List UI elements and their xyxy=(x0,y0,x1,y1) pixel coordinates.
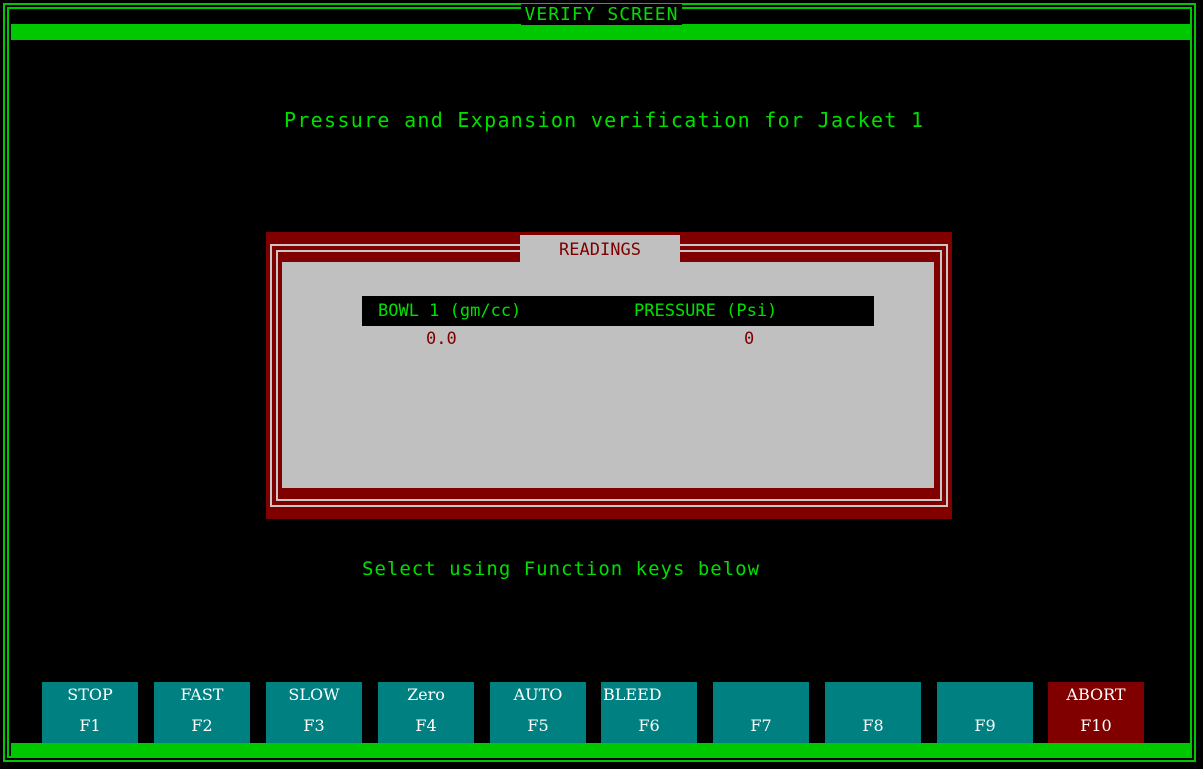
readings-header: BOWL 1 (gm/cc) PRESSURE (Psi) xyxy=(362,296,874,326)
bottom-green-strip xyxy=(11,743,1192,756)
abort-button[interactable]: ABORT F10 xyxy=(1048,682,1144,743)
fast-button[interactable]: FAST F2 xyxy=(154,682,250,743)
fkey-label: STOP xyxy=(67,685,113,704)
fkey-number: F10 xyxy=(1080,716,1112,735)
fkey-label: Zero xyxy=(407,685,445,704)
fkey-label: SLOW xyxy=(288,685,340,704)
f9-button[interactable]: F9 xyxy=(937,682,1033,743)
readings-content: BOWL 1 (gm/cc) PRESSURE (Psi) 0.0 0 xyxy=(282,262,934,488)
readings-panel: BOWL 1 (gm/cc) PRESSURE (Psi) 0.0 0 READ… xyxy=(266,232,952,519)
auto-button[interactable]: AUTO F5 xyxy=(490,682,586,743)
bowl-density-value: 0.0 xyxy=(426,329,457,349)
fkey-number: F4 xyxy=(415,716,437,735)
fkey-number: F1 xyxy=(79,716,101,735)
column-header-pressure: PRESSURE (Psi) xyxy=(634,301,778,321)
zero-button[interactable]: Zero F4 xyxy=(378,682,474,743)
fkey-label xyxy=(825,685,921,707)
fkey-label xyxy=(937,685,1033,707)
fkey-label: FAST xyxy=(180,685,224,704)
fkey-number: F3 xyxy=(303,716,325,735)
fkey-number: F5 xyxy=(527,716,549,735)
page-subtitle: Pressure and Expansion verification for … xyxy=(284,108,925,132)
readings-title: READINGS xyxy=(520,235,680,265)
fkey-number: F6 xyxy=(638,716,660,735)
top-green-strip xyxy=(11,24,1192,40)
column-header-bowl: BOWL 1 (gm/cc) xyxy=(378,301,522,321)
pressure-value: 0 xyxy=(744,329,755,349)
fkey-label: AUTO xyxy=(513,685,563,704)
screen-title-bar: VERIFY SCREEN xyxy=(0,4,1203,25)
fkey-number: F2 xyxy=(191,716,213,735)
fkey-number: F7 xyxy=(750,716,772,735)
bleed-button[interactable]: BLEED F6 xyxy=(601,682,697,743)
fkey-label: ABORT xyxy=(1066,685,1126,704)
stop-button[interactable]: STOP F1 xyxy=(42,682,138,743)
fkey-label: BLEED xyxy=(603,685,662,704)
instruction-text: Select using Function keys below xyxy=(362,558,761,580)
slow-button[interactable]: SLOW F3 xyxy=(266,682,362,743)
fkey-label xyxy=(713,685,809,707)
screen-title: VERIFY SCREEN xyxy=(520,4,683,25)
fkey-number: F8 xyxy=(862,716,884,735)
f8-button[interactable]: F8 xyxy=(825,682,921,743)
fkey-number: F9 xyxy=(974,716,996,735)
f7-button[interactable]: F7 xyxy=(713,682,809,743)
